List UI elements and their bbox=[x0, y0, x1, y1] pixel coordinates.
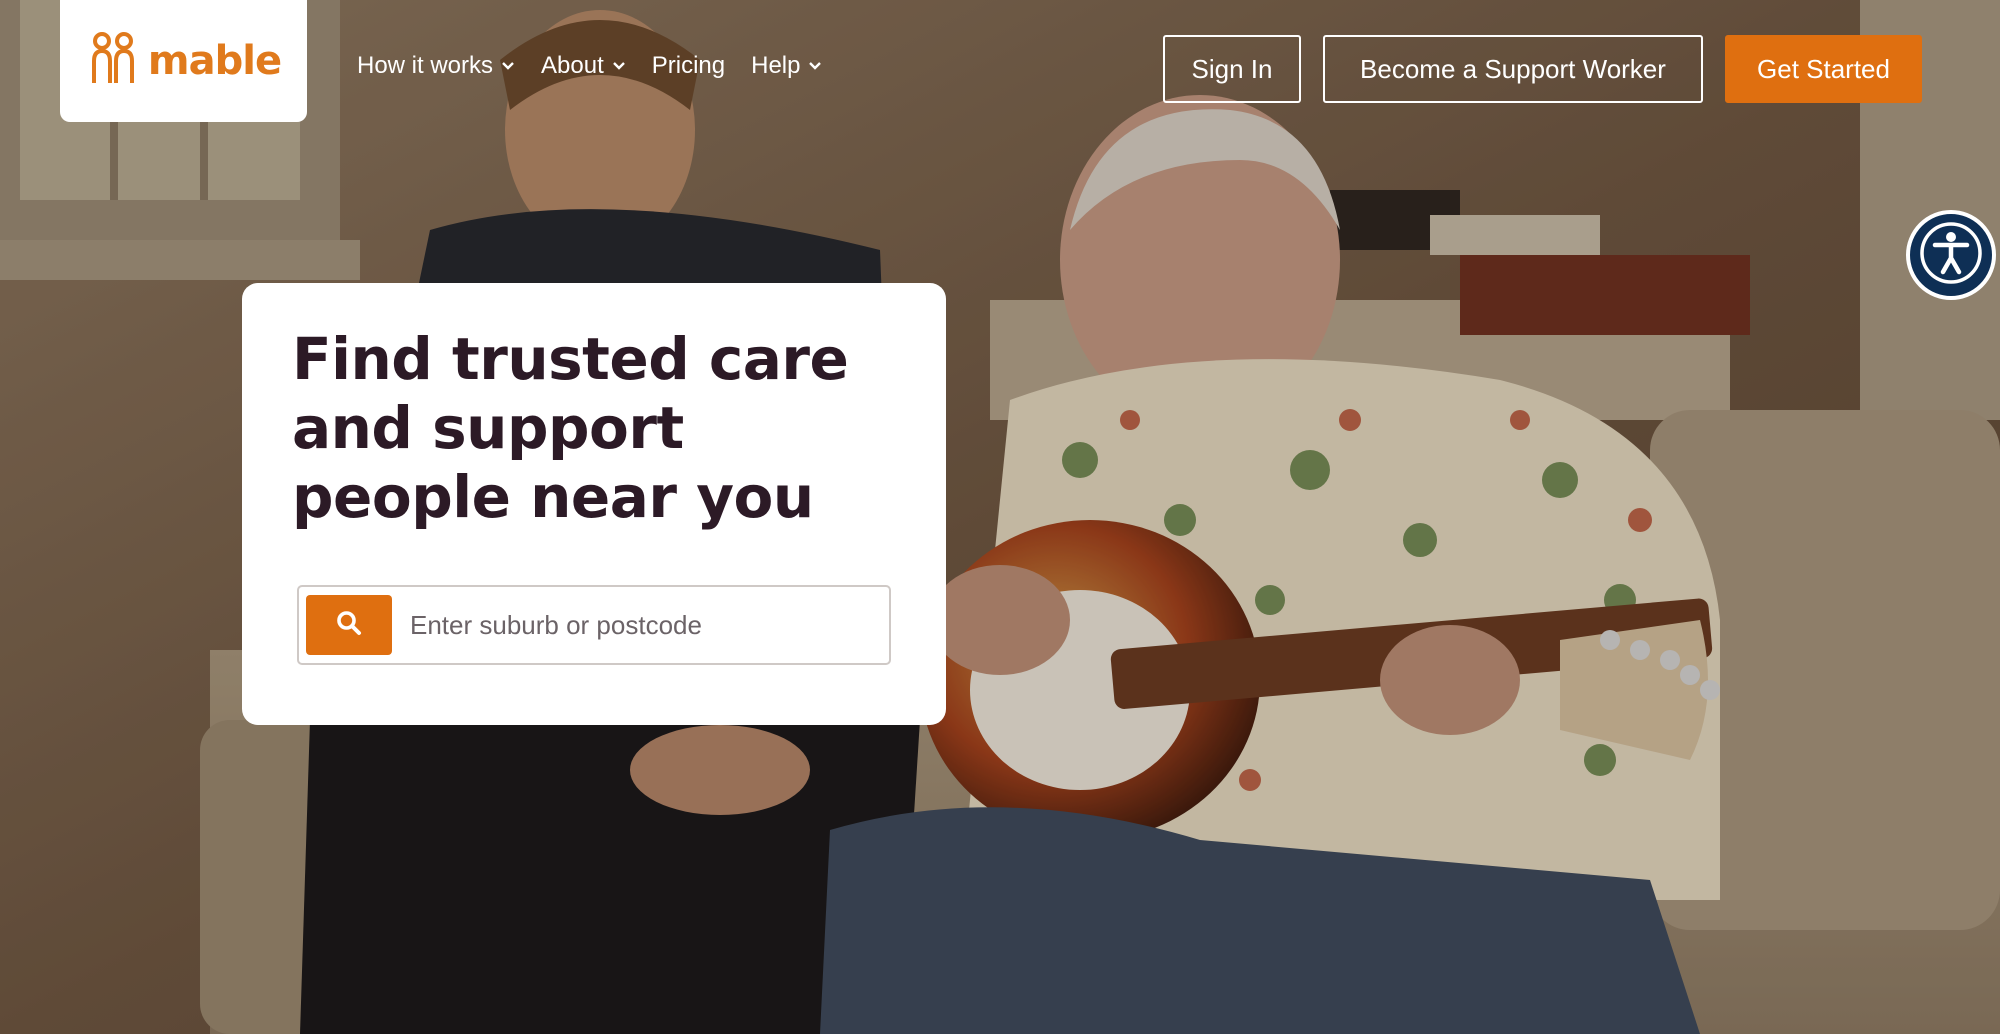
search-icon bbox=[335, 609, 363, 642]
chevron-down-icon bbox=[501, 61, 515, 71]
nav-item-label: About bbox=[541, 52, 604, 79]
logo-link[interactable]: mable bbox=[60, 0, 307, 122]
main-nav: How it works About Pricing Help bbox=[357, 52, 848, 80]
nav-item-label: Pricing bbox=[651, 52, 726, 79]
mable-logo-icon bbox=[86, 31, 142, 92]
nav-item-how-it-works[interactable]: How it works bbox=[357, 52, 515, 80]
nav-item-pricing[interactable]: Pricing bbox=[652, 52, 725, 80]
get-started-button[interactable]: Get Started bbox=[1725, 35, 1922, 103]
nav-item-help[interactable]: Help bbox=[751, 52, 822, 80]
chevron-down-icon bbox=[612, 61, 626, 71]
location-search-box bbox=[297, 585, 891, 665]
location-search-input[interactable] bbox=[408, 594, 889, 656]
search-button[interactable] bbox=[306, 595, 392, 655]
nav-item-about[interactable]: About bbox=[541, 52, 626, 80]
nav-item-label: How it works bbox=[357, 52, 494, 79]
chevron-down-icon bbox=[808, 61, 822, 71]
accessibility-button[interactable] bbox=[1906, 210, 1996, 300]
hero-search-card: Find trusted care and support people nea… bbox=[242, 283, 946, 725]
sign-in-button[interactable]: Sign In bbox=[1163, 35, 1301, 103]
brand-name: mable bbox=[147, 38, 282, 84]
become-support-worker-button[interactable]: Become a Support Worker bbox=[1323, 35, 1703, 103]
nav-item-label: Help bbox=[751, 52, 801, 79]
accessibility-icon bbox=[1918, 220, 1984, 291]
hero-headline: Find trusted care and support people nea… bbox=[292, 325, 849, 531]
